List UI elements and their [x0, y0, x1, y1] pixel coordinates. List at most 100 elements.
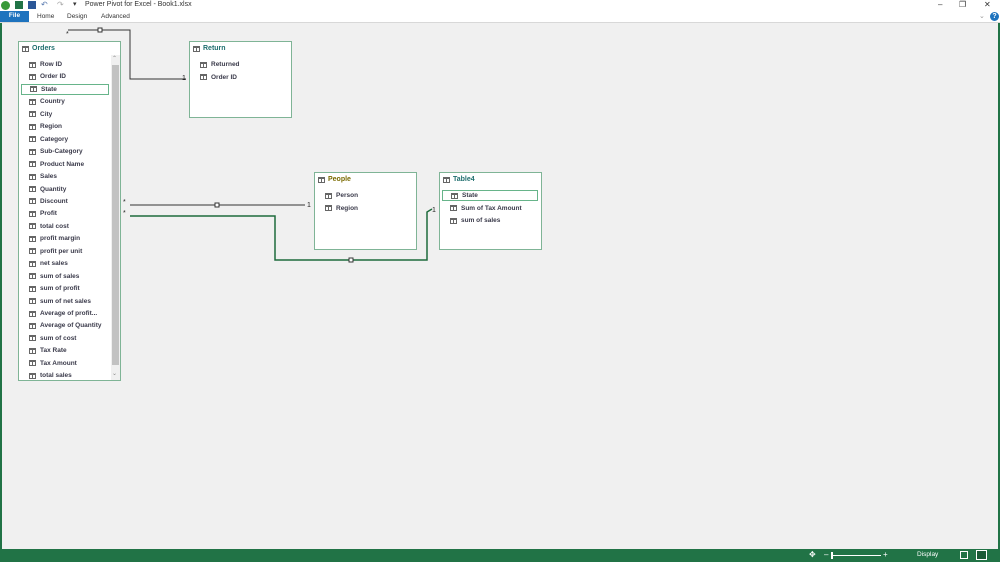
field-sum-of-sales[interactable]: sum of sales	[442, 215, 538, 226]
scroll-down-icon[interactable]: ⌄	[112, 370, 117, 377]
field-sum-of-cost[interactable]: sum of cost	[21, 333, 109, 344]
table-icon	[193, 45, 200, 52]
column-icon	[29, 123, 36, 130]
field-sum-of-tax-amount[interactable]: Sum of Tax Amount	[442, 203, 538, 214]
field-row-id[interactable]: Row ID	[21, 59, 109, 70]
field-label: Sum of Tax Amount	[461, 204, 522, 212]
field-average-of-profit[interactable]: Average of profit...	[21, 308, 109, 319]
field-label: Person	[336, 192, 359, 199]
column-icon	[29, 198, 36, 205]
column-icon	[325, 192, 332, 199]
field-state[interactable]: State	[21, 83, 109, 95]
field-label: City	[40, 110, 53, 118]
cardinality-many: *	[123, 199, 126, 206]
table-icon	[22, 45, 29, 52]
field-state[interactable]: State	[442, 190, 538, 201]
column-icon	[200, 74, 207, 80]
field-label: sum of sales	[461, 217, 501, 224]
scrollbar-thumb[interactable]	[112, 65, 119, 365]
field-profit-margin[interactable]: profit margin	[21, 233, 109, 244]
column-icon	[29, 235, 36, 242]
zoom-slider[interactable]	[831, 552, 881, 559]
column-icon	[29, 322, 36, 329]
field-city[interactable]: City	[21, 109, 109, 120]
field-order-id[interactable]: Order ID	[21, 71, 109, 82]
field-label: Country	[40, 98, 65, 106]
field-sum-of-sales[interactable]: sum of sales	[21, 271, 109, 282]
field-average-of-quantity[interactable]: Average of Quantity	[21, 320, 109, 331]
table-icon	[318, 176, 325, 183]
column-icon	[29, 136, 36, 143]
column-icon	[29, 210, 36, 217]
column-icon	[29, 260, 36, 267]
column-icon	[450, 205, 457, 211]
field-label: Returned	[211, 61, 240, 68]
field-order-id[interactable]: Order ID	[192, 72, 288, 83]
field-total-cost[interactable]: total cost	[21, 221, 109, 232]
field-category[interactable]: Category	[21, 134, 109, 145]
field-region[interactable]: Region	[21, 121, 109, 132]
zoom-slider-thumb[interactable]	[831, 552, 833, 559]
field-country[interactable]: Country	[21, 96, 109, 107]
column-icon	[450, 217, 457, 224]
field-sum-of-net-sales[interactable]: sum of net sales	[21, 296, 109, 307]
cardinality-many: *	[66, 31, 69, 38]
field-tax-rate[interactable]: Tax Rate	[21, 345, 109, 356]
column-icon	[200, 61, 207, 68]
scrollbar[interactable]: ⌃ ⌄	[111, 55, 120, 380]
table-return[interactable]: Return Returned Order ID	[189, 41, 292, 118]
zoom-out-button[interactable]: –	[824, 550, 828, 559]
table-table4[interactable]: Table4 State Sum of Tax Amount sum of sale…	[439, 172, 542, 250]
column-icon	[29, 173, 36, 180]
field-quantity[interactable]: Quantity	[21, 184, 109, 195]
field-label: Row ID	[40, 61, 63, 68]
column-icon	[29, 73, 36, 80]
column-icon	[30, 86, 37, 93]
diagram-view-icon[interactable]	[976, 550, 987, 560]
field-sales[interactable]: Sales	[21, 171, 109, 182]
field-label: Order ID	[211, 73, 238, 81]
field-label: Profit	[40, 210, 57, 218]
field-total-sales[interactable]: total sales	[21, 370, 109, 381]
field-person[interactable]: Person	[317, 190, 413, 201]
table-title: Table4	[453, 176, 475, 183]
field-profit[interactable]: Profit	[21, 208, 109, 219]
field-returned[interactable]: Returned	[192, 59, 288, 70]
field-label: sum of cost	[40, 334, 77, 342]
field-label: profit per unit	[40, 247, 83, 255]
field-label: Sub-Category	[40, 148, 83, 156]
column-icon	[451, 192, 458, 199]
column-icon	[29, 186, 36, 192]
field-sum-of-profit[interactable]: sum of profit	[21, 283, 109, 294]
column-icon	[325, 205, 332, 211]
field-label: Product Name	[40, 160, 85, 168]
field-label: Average of Quantity	[40, 322, 102, 330]
table-people[interactable]: People Person Region	[314, 172, 417, 250]
scroll-up-icon[interactable]: ⌃	[112, 55, 117, 62]
relationship-lines	[68, 27, 433, 263]
column-icon	[29, 347, 36, 354]
table-orders[interactable]: Orders Row ID Order ID State Country City Reg…	[18, 41, 121, 381]
column-icon	[29, 360, 36, 367]
zoom-in-button[interactable]: +	[883, 550, 888, 559]
table-title: Orders	[32, 45, 55, 52]
table-icon	[443, 176, 450, 183]
column-icon	[29, 285, 36, 292]
fit-to-screen-icon[interactable]: ✥	[809, 550, 816, 559]
relationship-orders-people[interactable]	[130, 202, 305, 208]
field-tax-amount[interactable]: Tax Amount	[21, 358, 109, 369]
column-icon	[29, 335, 36, 342]
field-discount[interactable]: Discount	[21, 196, 109, 207]
field-label: Discount	[40, 197, 68, 205]
field-region[interactable]: Region	[317, 203, 413, 214]
data-view-icon[interactable]	[960, 551, 968, 559]
column-icon	[29, 310, 36, 317]
field-product-name[interactable]: Product Name	[21, 159, 109, 170]
column-icon	[29, 61, 36, 68]
field-profit-per-unit[interactable]: profit per unit	[21, 246, 109, 257]
field-label: State	[462, 192, 478, 199]
column-icon	[29, 161, 36, 168]
field-label: Tax Amount	[40, 359, 77, 367]
field-net-sales[interactable]: net sales	[21, 258, 109, 269]
field-sub-category[interactable]: Sub-Category	[21, 146, 109, 157]
